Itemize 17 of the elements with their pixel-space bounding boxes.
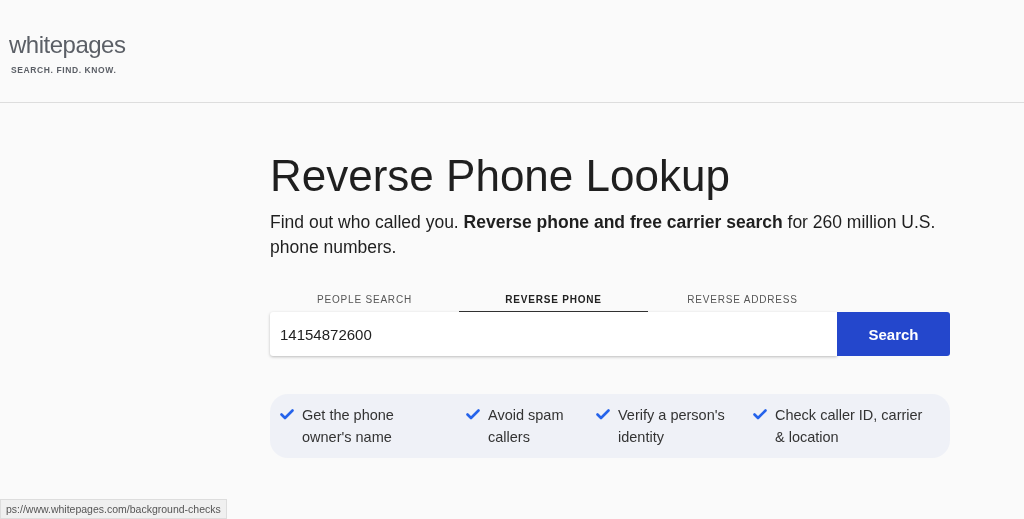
- feature-text: Verify a person's identity: [618, 406, 726, 447]
- check-icon: [596, 409, 610, 420]
- status-bar-url: ps://www.whitepages.com/background-checks: [0, 499, 227, 519]
- feature-text: Check caller ID, carrier & location: [775, 406, 924, 447]
- feature-text: Get the phone owner's name: [302, 406, 395, 447]
- search-button[interactable]: Search: [837, 312, 950, 356]
- check-icon: [753, 409, 767, 420]
- search-tab[interactable]: PEOPLE SEARCH: [270, 294, 459, 312]
- feature-text: Avoid spam callers: [488, 406, 565, 447]
- search-tab[interactable]: REVERSE ADDRESS: [648, 294, 837, 312]
- check-icon: [280, 409, 294, 420]
- check-icon: [466, 409, 480, 420]
- logo-wordmark[interactable]: whitepages: [9, 31, 126, 59]
- intro-text: Find out who called you. Reverse phone and free carrier search for 260 million U.S. phone numbers.: [270, 211, 937, 259]
- page-title: Reverse Phone Lookup: [270, 150, 731, 202]
- phone-input-field[interactable]: 14154872600: [270, 312, 837, 356]
- logo-tagline: SEARCH. FIND. KNOW.: [11, 65, 117, 75]
